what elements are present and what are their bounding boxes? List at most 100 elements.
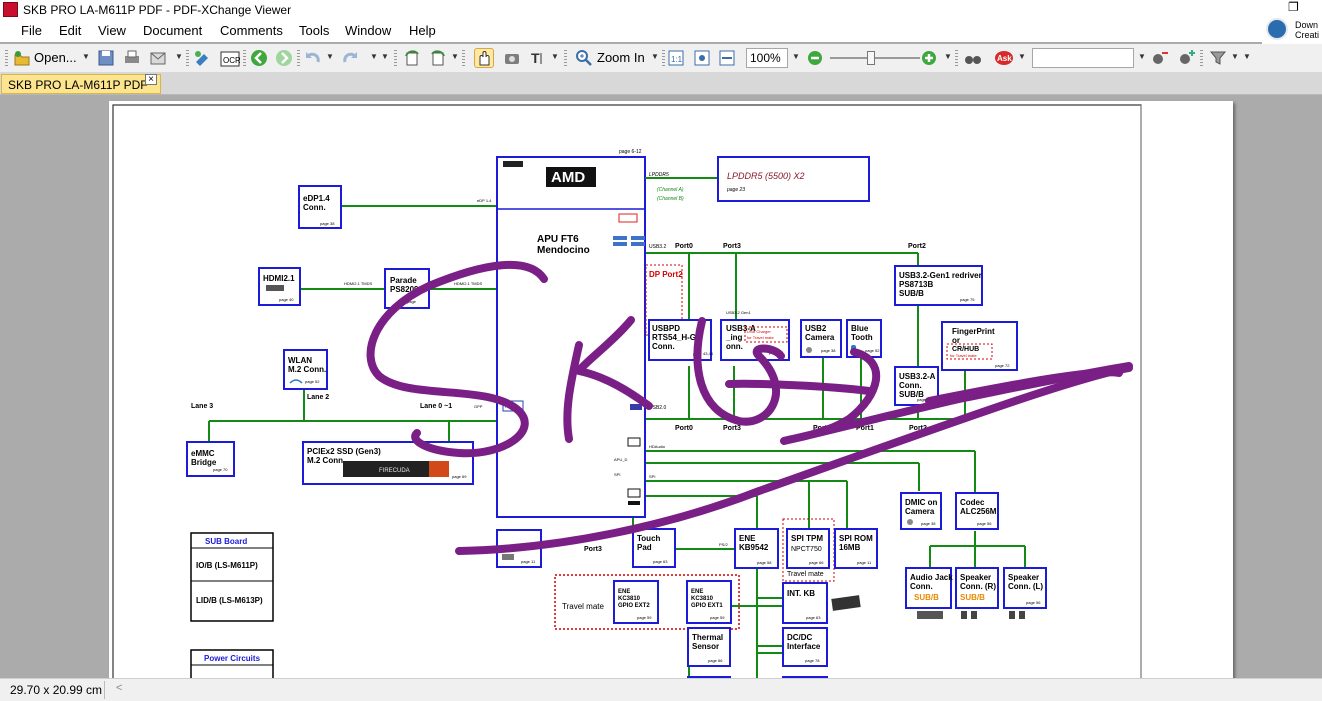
globe-icon (1266, 18, 1288, 40)
toolbar-grip[interactable] (955, 50, 958, 66)
find-previous-icon[interactable] (1150, 48, 1170, 68)
find-binoculars-icon[interactable] (963, 48, 983, 68)
zoom-plus-dropdown-icon[interactable]: ▼ (944, 52, 952, 61)
pdf-page: AMD page 6-12 APU FT6 Mendocino PCIe LPD… (109, 101, 1233, 701)
power-circuits-title: Power Circuits (204, 654, 261, 663)
zoom-plus-icon[interactable] (920, 48, 940, 68)
zoom-level-input[interactable]: 100% (746, 48, 788, 68)
toolbar-grip[interactable] (5, 50, 8, 66)
email-dropdown-icon[interactable]: ▼ (175, 52, 183, 61)
zoom-slider-track[interactable] (830, 57, 920, 59)
forward-icon[interactable] (274, 48, 294, 68)
app-icon (3, 2, 18, 17)
comment-tools-icon[interactable] (1208, 48, 1228, 68)
promo-line-2: Creati (1295, 30, 1320, 40)
thermal-label-1: Thermal (692, 633, 723, 642)
audio-jack-label-1: Audio Jack (910, 573, 953, 582)
menu-comments[interactable]: Comments (220, 23, 283, 38)
download-promo[interactable]: Down Creati (1262, 16, 1322, 44)
gpio-ext2-label-1: ENE (618, 589, 630, 595)
fit-page-icon[interactable] (692, 48, 712, 68)
zoom-level-dropdown-icon[interactable]: ▼ (792, 52, 800, 61)
status-separator (104, 681, 105, 699)
rotate-left-icon[interactable] (402, 48, 422, 68)
snapshot-icon[interactable] (502, 48, 522, 68)
fingerprint-label-1: FingerPrint (952, 327, 995, 336)
toolbar-grip[interactable] (297, 50, 300, 66)
toolbar-overflow-icon[interactable]: ▼ (381, 52, 389, 61)
toolbar-grip[interactable] (462, 50, 465, 66)
comment-tools-dropdown-icon[interactable]: ▼ (1231, 52, 1239, 61)
document-tab[interactable]: SKB PRO LA-M611P PDF × (1, 74, 161, 94)
menu-document[interactable]: Document (143, 23, 202, 38)
int-kb-page: page 63 (806, 615, 821, 620)
spi-tpm-page: page 66 (809, 560, 824, 565)
email-icon[interactable] (148, 48, 168, 68)
block-diagram: AMD page 6-12 APU FT6 Mendocino PCIe LPD… (112, 104, 1142, 701)
toolbar-grip[interactable] (186, 50, 189, 66)
find-next-icon[interactable] (1177, 48, 1197, 68)
ask-dropdown-icon[interactable]: ▼ (1018, 52, 1026, 61)
search-dropdown-icon[interactable]: ▼ (1138, 52, 1146, 61)
toolbar-grip[interactable] (662, 50, 665, 66)
redo-dropdown-icon[interactable]: ▼ (370, 52, 378, 61)
save-icon[interactable] (96, 48, 116, 68)
spi-tpm-label-1: SPI TPM (791, 534, 823, 543)
camera-icon (806, 347, 812, 353)
toolbar-grip[interactable] (1200, 50, 1203, 66)
spi-left-label: SPI (614, 472, 620, 477)
restore-icon[interactable]: ❐ (1288, 0, 1302, 14)
text-select-icon[interactable]: T (528, 48, 548, 68)
spi-rom-label-1: SPI ROM (839, 534, 873, 543)
iob-label: IO/B (LS-M611P) (196, 561, 258, 570)
apu-title-1: APU FT6 (537, 234, 579, 245)
usb-redriver-label-3: SUB/B (899, 289, 924, 298)
menu-file[interactable]: File (21, 23, 42, 38)
rotate-right-icon[interactable] (428, 48, 448, 68)
emmc-page: page 70 (213, 467, 228, 472)
undo-icon[interactable] (303, 48, 323, 68)
toolbar-options-icon[interactable]: ▼ (1243, 52, 1251, 61)
horizontal-scroll-left-icon[interactable]: < (116, 682, 122, 694)
zoom-in-button[interactable]: Zoom In (597, 50, 645, 70)
zoom-slider-thumb[interactable] (867, 51, 875, 65)
back-icon[interactable] (249, 48, 269, 68)
menu-help[interactable]: Help (409, 23, 436, 38)
menu-window[interactable]: Window (345, 23, 391, 38)
redo-icon[interactable] (340, 48, 360, 68)
open-button[interactable]: Open... (34, 50, 77, 70)
scan-icon[interactable] (192, 48, 212, 68)
gpio-ext2-page: page 59 (637, 615, 652, 620)
menu-tools[interactable]: Tools (299, 23, 329, 38)
speaker-left-label-2: Conn. (L) (1008, 582, 1043, 591)
toolbar-grip[interactable] (243, 50, 246, 66)
zoom-in-icon[interactable] (574, 48, 594, 68)
search-input[interactable] (1032, 48, 1134, 68)
hand-tool-icon[interactable] (474, 48, 494, 68)
print-icon[interactable] (122, 48, 142, 68)
port0-top: Port0 (675, 243, 693, 250)
zoom-tool-dropdown-icon[interactable]: ▼ (651, 52, 659, 61)
spi-label: SPI (649, 474, 655, 479)
select-dropdown-icon[interactable]: ▼ (551, 52, 559, 61)
thermal-label-2: Sensor (692, 642, 719, 651)
edp-page: page 38 (320, 221, 335, 226)
document-viewport[interactable]: AMD page 6-12 APU FT6 Mendocino PCIe LPD… (0, 95, 1322, 701)
fit-width-icon[interactable] (717, 48, 737, 68)
actual-size-icon[interactable]: 1:1 (666, 48, 686, 68)
open-folder-icon[interactable] (12, 48, 32, 68)
gpp-label: GPP (474, 404, 483, 409)
close-tab-icon[interactable]: × (145, 74, 157, 85)
ask-icon[interactable]: Ask (994, 48, 1014, 68)
undo-dropdown-icon[interactable]: ▼ (326, 52, 334, 61)
menu-view[interactable]: View (98, 23, 126, 38)
menu-edit[interactable]: Edit (59, 23, 81, 38)
toolbar-grip[interactable] (394, 50, 397, 66)
rotate-dropdown-icon[interactable]: ▼ (451, 52, 459, 61)
open-dropdown-icon[interactable]: ▼ (82, 52, 90, 61)
channel-a: (Channel A) (657, 187, 684, 193)
zoom-out-icon[interactable] (806, 48, 826, 68)
toolbar-grip[interactable] (564, 50, 567, 66)
ocr-icon[interactable]: OCR (220, 48, 241, 68)
usb3gen1-label: USB3.2 Gen1 (726, 310, 751, 315)
